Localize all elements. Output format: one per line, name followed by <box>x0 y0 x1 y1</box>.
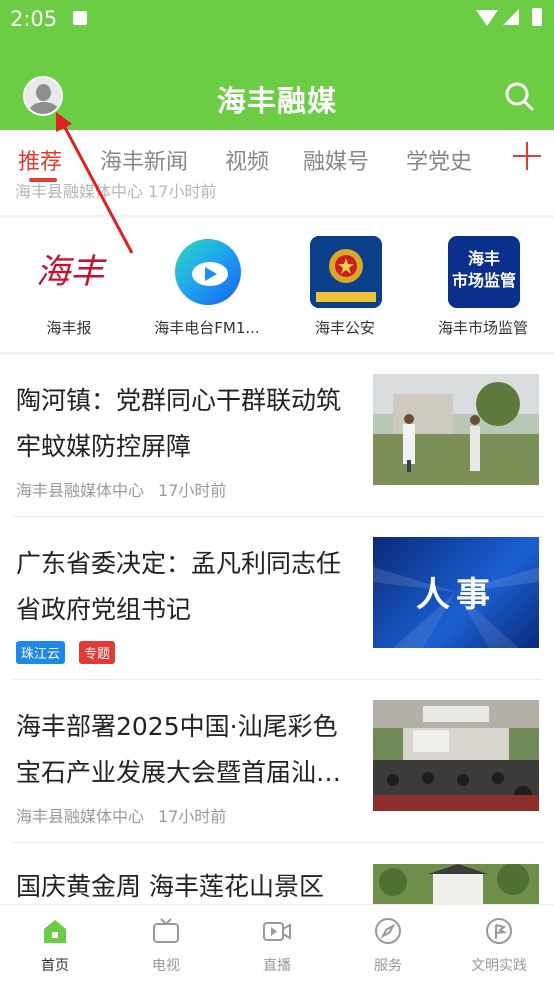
list-divider <box>12 842 542 843</box>
shortcut-label: 海丰市场监管 <box>437 319 528 337</box>
shortcut-label: 海丰报 <box>46 319 92 337</box>
news-time: 17小时前 <box>158 807 227 826</box>
tab-recommend[interactable]: 推荐 <box>18 144 62 176</box>
list-divider <box>12 516 542 517</box>
news-meta: 海丰县融媒体中心 17小时前 <box>16 477 240 501</box>
tab-party-history[interactable]: 学党史 <box>406 144 472 176</box>
news-thumbnail <box>373 374 539 485</box>
market-icon-line2: 市场监管 <box>451 271 516 290</box>
compass-icon <box>375 918 401 944</box>
nav-label: 首页 <box>41 958 69 974</box>
tag-zhujiangyun[interactable]: 珠江云 <box>16 641 66 664</box>
news-tags: 珠江云 专题 <box>16 641 129 664</box>
radio-logo-icon <box>172 236 244 308</box>
wifi-icon <box>476 10 498 26</box>
tag-special-topic[interactable]: 专题 <box>79 641 116 664</box>
header-bar: 2:05 海丰融媒 <box>0 0 554 130</box>
section-divider <box>0 352 554 355</box>
news-title: 广东省委决定：孟凡利同志任省政府党组书记 <box>16 549 342 624</box>
flag-circle-icon <box>486 918 512 944</box>
news-source: 海丰县融媒体中心 <box>16 807 145 826</box>
police-badge-icon <box>310 236 382 308</box>
previous-item-meta: 海丰县融媒体中心 17小时前 <box>15 182 217 201</box>
news-meta: 海丰县融媒体中心 17小时前 <box>16 803 240 827</box>
news-thumbnail <box>373 864 539 904</box>
tab-media-accounts[interactable]: 融媒号 <box>303 144 369 176</box>
tv-icon <box>153 918 179 943</box>
market-regulation-icon: 海丰 市场监管 <box>448 236 520 308</box>
market-icon-line1: 海丰 <box>467 249 500 268</box>
nav-label: 文明实践 <box>471 958 527 974</box>
section-divider <box>0 215 554 218</box>
thumbnail-text: 人事 <box>416 575 496 615</box>
sim-icon <box>73 11 87 25</box>
app-screen: 2:05 海丰融媒 推荐 海丰新闻 视频 融媒号 学党史 海丰县融媒体中心 17… <box>0 0 554 984</box>
news-time: 17小时前 <box>158 481 227 500</box>
add-channel-icon[interactable] <box>513 142 541 170</box>
app-title: 海丰融媒 <box>216 84 337 118</box>
haifeng-newspaper-icon: 海丰 <box>34 236 106 308</box>
status-bar: 2:05 <box>0 0 554 38</box>
nav-label: 直播 <box>263 958 291 974</box>
battery-icon <box>532 8 542 26</box>
news-source: 海丰县融媒体中心 <box>16 481 145 500</box>
shortcut-label: 海丰公安 <box>314 319 375 337</box>
news-thumbnail: 人事 <box>373 537 539 648</box>
tab-video[interactable]: 视频 <box>225 144 269 176</box>
home-icon <box>44 920 66 943</box>
news-title: 陶河镇：党群同心干群联动筑牢蚊媒防控屏障 <box>16 386 342 461</box>
news-thumbnail <box>373 700 539 811</box>
nav-label: 服务 <box>374 958 402 974</box>
news-title: 海丰部署2025中国·汕尾彩色宝石产业发展大会暨首届汕… <box>16 712 342 787</box>
status-time: 2:05 <box>10 7 58 31</box>
live-video-icon <box>263 922 291 941</box>
list-divider <box>12 679 542 680</box>
bottom-navigation: 首页 电视 直播 服务 文明实践 <box>0 904 554 984</box>
tab-haifeng-news[interactable]: 海丰新闻 <box>100 144 188 176</box>
nav-label: 电视 <box>152 958 180 974</box>
shortcut-label: 海丰电台FM1... <box>154 319 260 337</box>
signal-icon <box>503 9 519 25</box>
search-icon[interactable] <box>503 80 535 112</box>
